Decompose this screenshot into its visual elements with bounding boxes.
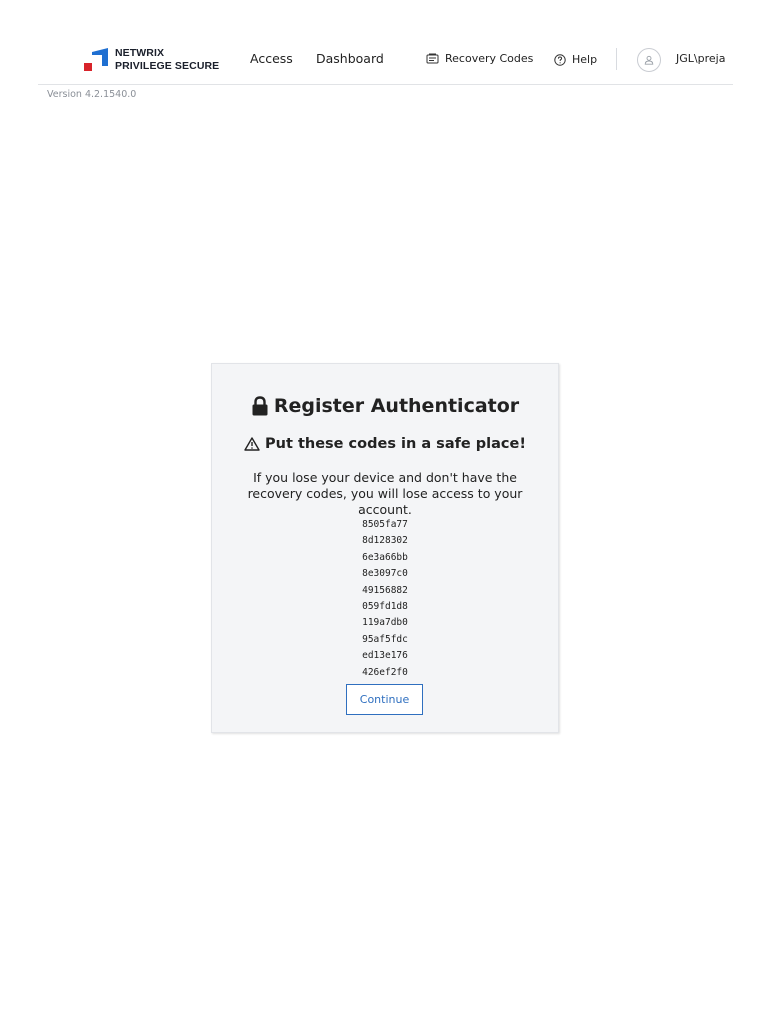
continue-button[interactable]: Continue bbox=[346, 684, 423, 715]
register-authenticator-dialog: Register Authenticator Put these codes i… bbox=[211, 363, 559, 733]
netwrix-logo[interactable]: NETWRIX PRIVILEGE SECURE bbox=[84, 47, 219, 73]
recovery-code: 8e3097c0 bbox=[362, 568, 408, 580]
nav-access-link[interactable]: Access bbox=[250, 51, 293, 66]
recovery-codes-button[interactable]: Recovery Codes bbox=[426, 52, 533, 65]
user-icon bbox=[644, 55, 654, 65]
recovery-code: 6e3a66bb bbox=[362, 551, 408, 563]
recovery-code: 8505fa77 bbox=[362, 519, 408, 530]
brand-line-1: NETWRIX bbox=[115, 47, 165, 59]
user-avatar[interactable] bbox=[637, 48, 661, 72]
help-icon bbox=[554, 53, 566, 66]
recovery-code: 119a7db0 bbox=[362, 617, 408, 629]
recovery-code: 95af5fdc bbox=[362, 633, 408, 645]
brand-name: NETWRIX PRIVILEGE SECURE bbox=[115, 47, 219, 73]
nav-dashboard-link[interactable]: Dashboard bbox=[316, 51, 384, 66]
warning-icon bbox=[244, 437, 260, 451]
help-button[interactable]: Help bbox=[554, 53, 597, 66]
dialog-title: Register Authenticator bbox=[212, 395, 558, 417]
recovery-code: 426ef2f0 bbox=[362, 666, 408, 678]
username-menu[interactable]: JGL\preja bbox=[676, 52, 725, 65]
help-label: Help bbox=[572, 53, 598, 66]
version-label: Version 4.2.1540.0 bbox=[47, 89, 137, 100]
lock-icon bbox=[252, 396, 268, 416]
recovery-code: 49156882 bbox=[362, 584, 408, 596]
dialog-subtitle-text: Put these codes in a safe place! bbox=[265, 436, 526, 452]
netwrix-logo-mark-icon bbox=[84, 48, 108, 71]
recovery-code: 8d128302 bbox=[362, 535, 408, 547]
dialog-subtitle: Put these codes in a safe place! bbox=[212, 436, 558, 452]
recovery-code: ed13e176 bbox=[362, 650, 408, 662]
dialog-message: If you lose your device and don't have t… bbox=[247, 470, 523, 517]
recovery-code: 059fd1d8 bbox=[362, 600, 408, 612]
brand-line-2: PRIVILEGE SECURE bbox=[115, 60, 220, 72]
recovery-codes-icon bbox=[426, 53, 439, 64]
recovery-codes-list: 8505fa77 8d128302 6e3a66bb 8e3097c0 4915… bbox=[212, 517, 558, 681]
dialog-title-text: Register Authenticator bbox=[273, 395, 520, 417]
header-divider bbox=[616, 48, 617, 70]
top-header: NETWRIX PRIVILEGE SECURE Access Dashboar… bbox=[38, 36, 733, 85]
recovery-codes-label: Recovery Codes bbox=[445, 52, 534, 65]
